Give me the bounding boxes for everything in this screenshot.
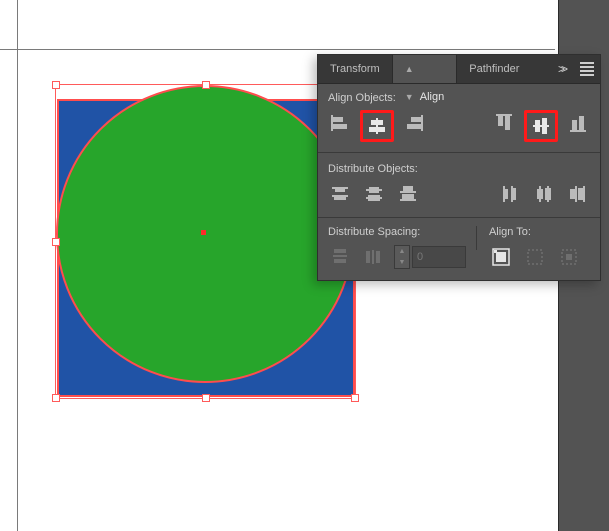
- align-to-artboard-button[interactable]: [487, 244, 515, 270]
- tab-align-label: Align: [420, 91, 444, 103]
- artboard-edge-top: [0, 49, 555, 50]
- distribute-vertical-space-icon: [331, 247, 349, 267]
- horizontal-align-center-icon: [367, 117, 387, 135]
- menu-lines-icon: [580, 60, 594, 78]
- spacing-stepper[interactable]: ▲▼: [394, 245, 466, 269]
- horizontal-align-right-icon: [404, 114, 424, 132]
- horizontal-distribute-space-button[interactable]: [360, 244, 388, 270]
- horizontal-distribute-left-button[interactable]: [496, 181, 524, 207]
- vertical-align-top-icon: [495, 113, 513, 133]
- horizontal-align-left-icon: [330, 114, 350, 132]
- selection-bounding-box[interactable]: [55, 84, 356, 399]
- align-panel: Transform ▲▼ Align Pathfinder >> Align O…: [317, 54, 601, 281]
- stepper-arrows-icon[interactable]: ▲▼: [394, 245, 410, 269]
- distribute-horizontal-center-icon: [535, 184, 553, 204]
- distribute-objects-label: Distribute Objects:: [318, 155, 600, 179]
- horizontal-align-center-button[interactable]: [360, 110, 394, 142]
- vertical-distribute-space-button[interactable]: [326, 244, 354, 270]
- selection-handle-w[interactable]: [52, 238, 60, 246]
- distribute-vertical-center-icon: [364, 185, 384, 203]
- vertical-distribute-top-button[interactable]: [326, 181, 354, 207]
- distribute-bottom-icon: [398, 185, 418, 203]
- distribute-right-icon: [569, 184, 587, 204]
- vertical-align-top-button[interactable]: [490, 110, 518, 136]
- panel-collapse-button[interactable]: >>: [548, 55, 574, 83]
- distribute-top-icon: [330, 185, 350, 203]
- horizontal-align-left-button[interactable]: [326, 110, 354, 136]
- chevrons-right-icon: >>: [558, 62, 564, 76]
- panel-tab-row: Transform ▲▼ Align Pathfinder >>: [318, 55, 600, 84]
- distribute-horizontal-space-icon: [364, 248, 384, 266]
- selection-handle-se[interactable]: [351, 394, 359, 402]
- distribute-objects-row: [318, 179, 600, 215]
- vertical-align-bottom-icon: [569, 113, 587, 133]
- expand-collapse-icon: ▲▼: [405, 64, 414, 102]
- align-to-artboard-icon: [492, 248, 510, 266]
- selection-handle-nw[interactable]: [52, 81, 60, 89]
- vertical-distribute-bottom-button[interactable]: [394, 181, 422, 207]
- align-objects-row: [318, 108, 600, 150]
- distribute-spacing-label: Distribute Spacing:: [326, 226, 466, 244]
- spacing-value-input[interactable]: [412, 246, 466, 268]
- tab-pathfinder[interactable]: Pathfinder: [457, 55, 531, 83]
- vertical-align-center-icon: [532, 116, 550, 136]
- vertical-distribute-center-button[interactable]: [360, 181, 388, 207]
- align-to-label: Align To:: [487, 226, 592, 244]
- distribute-left-icon: [501, 184, 519, 204]
- tab-transform[interactable]: Transform: [318, 55, 392, 83]
- align-to-key-object-icon: [560, 248, 578, 266]
- tab-align[interactable]: ▲▼ Align: [393, 55, 457, 83]
- horizontal-align-right-button[interactable]: [400, 110, 428, 136]
- selection-handle-sw[interactable]: [52, 394, 60, 402]
- align-objects-label: Align Objects:: [318, 84, 600, 108]
- align-to-key-object-button[interactable]: [555, 244, 583, 270]
- horizontal-distribute-right-button[interactable]: [564, 181, 592, 207]
- align-to-selection-icon: [526, 248, 544, 266]
- selection-handle-s[interactable]: [202, 394, 210, 402]
- artboard-edge-left: [17, 0, 18, 531]
- horizontal-distribute-center-button[interactable]: [530, 181, 558, 207]
- panel-menu-button[interactable]: [574, 55, 600, 83]
- selection-handle-n[interactable]: [202, 81, 210, 89]
- vertical-align-center-button[interactable]: [524, 110, 558, 142]
- vertical-align-bottom-button[interactable]: [564, 110, 592, 136]
- align-to-selection-button[interactable]: [521, 244, 549, 270]
